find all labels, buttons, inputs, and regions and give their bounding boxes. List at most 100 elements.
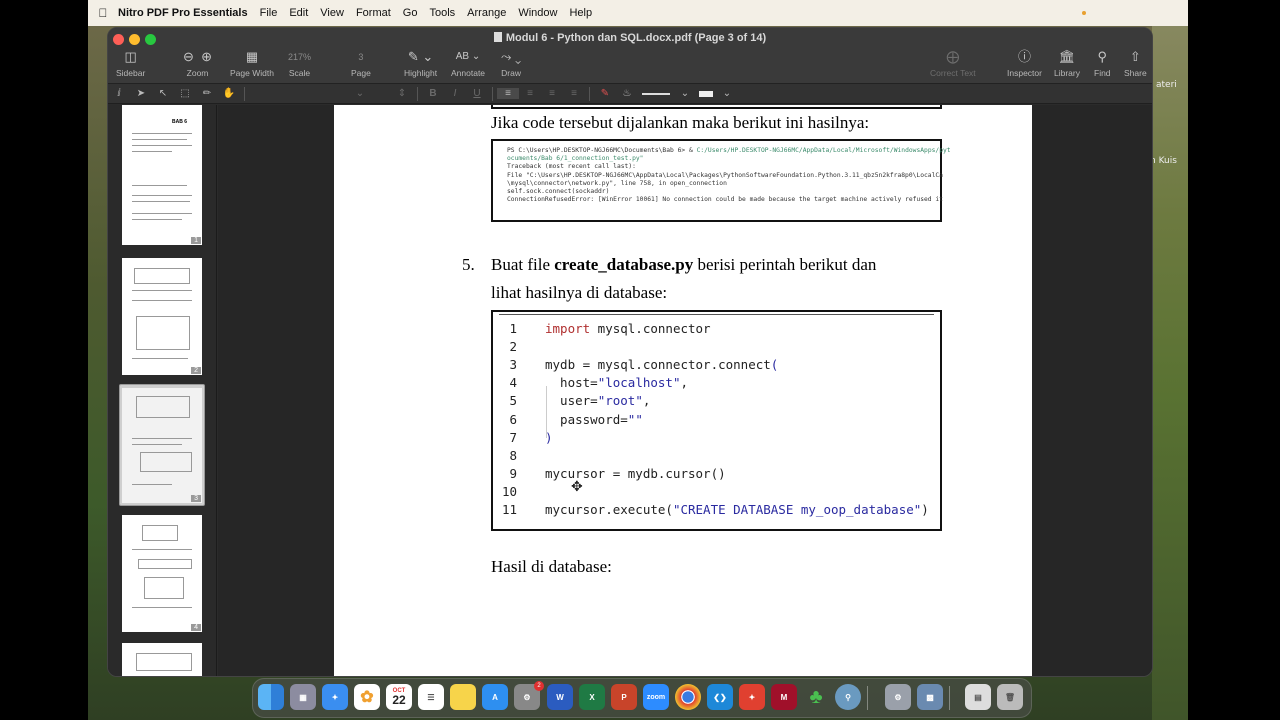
draw-button[interactable]: ⤳ ⌄ Draw — [501, 48, 521, 78]
pencil-icon[interactable]: ✏ — [196, 88, 218, 99]
reminders-icon[interactable]: ☰ — [418, 684, 444, 710]
menu-arrange[interactable]: Arrange — [467, 7, 506, 19]
scale-label: Scale — [288, 68, 311, 78]
zoom-in-icon[interactable]: ⊕ — [201, 49, 212, 64]
calendar-icon[interactable]: OCT 22 — [386, 684, 412, 710]
correct-text-icon: ⨁ — [946, 49, 960, 64]
library-label: Library — [1054, 68, 1080, 78]
menu-window[interactable]: Window — [518, 7, 557, 19]
select-arrow-icon[interactable]: ➤ — [130, 88, 152, 99]
preview-icon[interactable]: ▩ — [917, 684, 943, 710]
launchpad-icon[interactable]: ▦ — [290, 684, 316, 710]
app-store-icon[interactable]: A — [482, 684, 508, 710]
divider — [244, 86, 245, 101]
page-thumbnail-3[interactable]: 3 — [122, 388, 202, 503]
excel-icon[interactable]: X — [579, 684, 605, 710]
menu-app-name[interactable]: Nitro PDF Pro Essentials — [118, 7, 248, 19]
line-end-select[interactable] — [699, 90, 713, 97]
zoom-out-icon[interactable]: ⊖ — [183, 49, 194, 64]
menu-help[interactable]: Help — [569, 7, 592, 19]
pointer-icon[interactable]: ↖ — [152, 88, 174, 99]
chrome-icon[interactable] — [675, 684, 701, 710]
menu-edit[interactable]: Edit — [289, 7, 308, 19]
safari-icon[interactable]: ✦ — [322, 684, 348, 710]
desktop-file-label[interactable]: ateri — [1156, 80, 1177, 90]
zoom-button[interactable]: ⊖ ⊕ Zoom — [183, 48, 212, 78]
text-cursor-icon[interactable]: ⅈ — [108, 88, 130, 99]
mendeley-icon[interactable]: M — [771, 684, 797, 710]
menu-go[interactable]: Go — [403, 7, 418, 19]
notes-icon[interactable] — [450, 684, 476, 710]
annotate-label: Annotate — [451, 68, 486, 78]
line-number: 9 — [509, 466, 517, 482]
align-left-icon[interactable]: ≡ — [497, 88, 519, 99]
line-number: 6 — [509, 411, 517, 427]
menu-view[interactable]: View — [320, 7, 344, 19]
underline-button[interactable]: U — [466, 88, 488, 99]
correct-text-label: Correct Text — [930, 68, 976, 78]
stroke-color-icon[interactable]: ✎ — [594, 88, 616, 99]
photos-icon[interactable]: ✿ — [354, 684, 380, 710]
fill-color-icon[interactable]: ♨ — [616, 88, 638, 99]
nitro-pdf-icon[interactable]: ✦ — [739, 684, 765, 710]
annotate-button[interactable]: AB ⌄ Annotate — [451, 48, 485, 78]
annotate-icon: AB ⌄ — [455, 51, 481, 62]
menu-file[interactable]: File — [260, 7, 278, 19]
line-style-select[interactable] — [642, 92, 670, 95]
sidebar-button[interactable]: ◫ Sidebar — [116, 48, 145, 78]
line-number: 5 — [509, 393, 517, 409]
line-number: 4 — [509, 375, 517, 391]
page-thumbnail-2[interactable]: 2 — [122, 258, 202, 375]
align-justify-icon[interactable]: ≡ — [563, 88, 585, 99]
draw-icon: ⤳ ⌄ — [501, 49, 522, 64]
bold-button[interactable]: B — [422, 88, 444, 99]
apple-icon[interactable]:  — [92, 6, 114, 20]
inspector-label: Inspector — [1007, 68, 1042, 78]
find-button[interactable]: ⚲ Find — [1094, 48, 1111, 78]
zoom-app-icon[interactable]: zoom — [643, 684, 669, 710]
desktop-file-label[interactable]: n Kuis — [1150, 156, 1177, 166]
inspector-button[interactable]: ⓘ Inspector — [1007, 48, 1042, 78]
solitaire-icon[interactable]: ♣ — [803, 684, 829, 710]
stepper-icon[interactable]: ⇕ — [391, 88, 413, 99]
page-thumbnail-5[interactable] — [122, 643, 202, 676]
highlight-button[interactable]: ✎ ⌄ Highlight — [404, 48, 437, 78]
align-right-icon[interactable]: ≡ — [541, 88, 563, 99]
disk-utility-icon[interactable]: ⚙ — [885, 684, 911, 710]
finder-icon[interactable] — [258, 684, 284, 710]
align-center-icon[interactable]: ≡ — [519, 88, 541, 99]
step-instruction: Buat file create_database.py berisi peri… — [491, 255, 877, 274]
menu-tools[interactable]: Tools — [429, 7, 455, 19]
step-filename: create_database.py — [554, 255, 694, 274]
chevron-down-icon[interactable]: ⌄ — [674, 88, 696, 99]
share-button[interactable]: ⇧ Share — [1124, 48, 1147, 78]
scale-control[interactable]: 217% Scale — [288, 48, 311, 78]
divider — [417, 86, 418, 101]
page-value[interactable]: 3 — [358, 48, 363, 66]
files-icon[interactable]: ▤ — [965, 684, 991, 710]
italic-button[interactable]: I — [444, 88, 466, 99]
pdf-page[interactable]: Jika code tersebut dijalankan maka berik… — [334, 105, 1032, 676]
vscode-icon[interactable]: ❮❯ — [707, 684, 733, 710]
chevron-down-icon[interactable]: ⌄ — [349, 88, 371, 99]
page-width-icon: ▦ — [245, 49, 259, 64]
network-utility-icon[interactable]: ⚲ — [835, 684, 861, 710]
powerpoint-icon[interactable]: P — [611, 684, 637, 710]
app-window: Modul 6 - Python dan SQL.docx.pdf (Page … — [107, 27, 1153, 677]
marquee-select-icon[interactable]: ⬚ — [174, 88, 196, 99]
page-control[interactable]: 3 Page — [351, 48, 371, 78]
correct-text-button[interactable]: ⨁ Correct Text — [930, 48, 976, 78]
page-thumbnail-4[interactable]: 4 — [122, 515, 202, 632]
library-button[interactable]: 🏛 Library — [1054, 48, 1080, 78]
page-thumbnail-1[interactable]: BAB 6 1 — [122, 105, 202, 245]
screen: ateri n Kuis  Nitro PDF Pro Essentials … — [0, 0, 1280, 720]
trash-icon[interactable]: 🗑 — [997, 684, 1023, 710]
document-viewport[interactable]: Jika code tersebut dijalankan maka berik… — [218, 105, 1152, 676]
scale-value[interactable]: 217% — [288, 48, 311, 66]
hand-icon[interactable]: ✋ — [218, 88, 240, 99]
chevron-down-icon[interactable]: ⌄ — [716, 88, 738, 99]
menu-format[interactable]: Format — [356, 7, 391, 19]
word-icon[interactable]: W — [547, 684, 573, 710]
code-line: 7) — [493, 428, 940, 446]
page-width-button[interactable]: ▦ Page Width — [230, 48, 274, 78]
